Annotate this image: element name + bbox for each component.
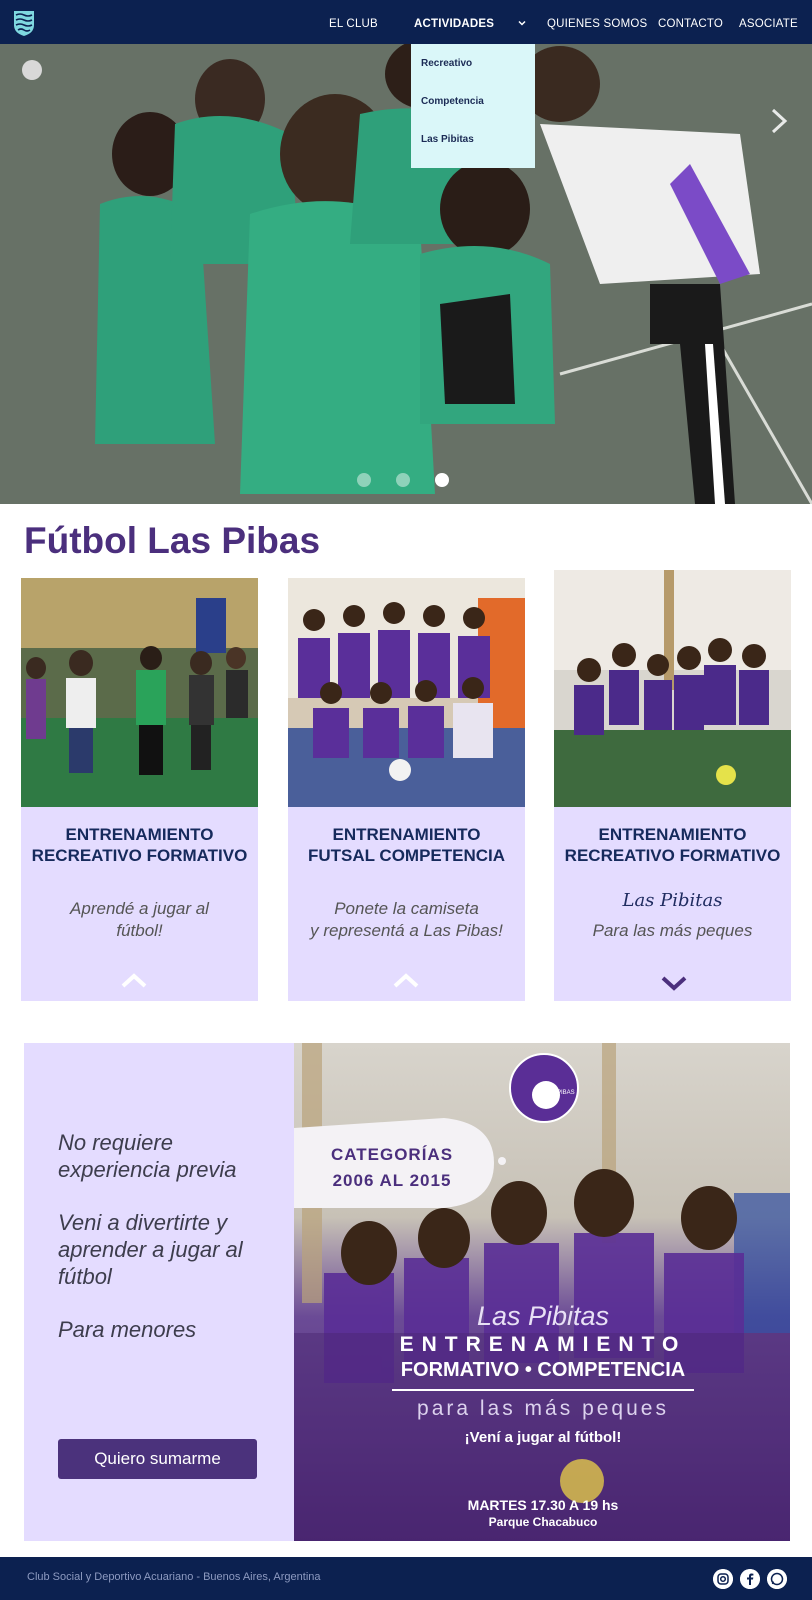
dropdown-item-competencia[interactable]: Competencia [421,96,484,107]
dropdown-item-recreativo[interactable]: Recreativo [421,58,472,69]
card-competencia: ENTRENAMIENTO FUTSAL COMPETENCIA Ponete … [288,578,525,1001]
info-panel: No requiere experiencia previa Veni a di… [24,1043,294,1541]
card-heading-line2: FUTSAL COMPETENCIA [307,846,506,865]
nav-asociate[interactable]: ASOCIATE [739,0,798,44]
footer: Club Social y Deportivo Acuariano - Buen… [0,1557,812,1600]
badge-text: LAS PIBAS [544,1090,575,1096]
card-heading-line1: ENTRENAMIENTO [332,825,481,844]
card-las-pibitas: ENTRENAMIENTO RECREATIVO FORMATIVO Las P… [554,570,791,1001]
nav-contacto[interactable]: CONTACTO [658,0,723,44]
card-photo [288,578,525,807]
card-text-line2: fútbol! [116,921,163,940]
info-text-menores: Para menores [58,1317,197,1342]
categories-line2: 2006 AL 2015 [332,1171,452,1190]
card-script-title: Las Pibitas [622,890,723,911]
card-recreativo: ENTRENAMIENTO RECREATIVO FORMATIVO Apren… [21,578,258,1001]
slide-dot-3[interactable] [435,473,449,487]
chevron-up-icon[interactable] [120,973,148,989]
dropdown-item-las-pibitas[interactable]: Las Pibitas [421,134,474,145]
nav-actividades[interactable]: ACTIVIDADES [414,0,494,44]
page-title: Fútbol Las Pibas [24,520,321,561]
hero-slider [0,44,812,504]
poster-line4: ¡Vení a jugar al fútbol! [464,1429,622,1446]
card-photo [554,570,791,807]
poster-photo [294,1043,790,1541]
whatsapp-icon[interactable] [767,1569,787,1589]
card-heading-line1: ENTRENAMIENTO [598,825,747,844]
card-text-line2: y representá a Las Pibas! [310,921,503,940]
nav-quienes-somos[interactable]: QUIENES SOMOS [547,0,647,44]
poster-schedule: MARTES 17.30 A 19 hs [467,1497,619,1513]
actividades-dropdown: Recreativo Competencia Las Pibitas [411,44,535,168]
card-heading-line1: ENTRENAMIENTO [65,825,214,844]
slide-dot-2[interactable] [396,473,410,487]
poster-image: LAS PIBAS CATEGORÍAS 2006 AL 2015 Las Pi… [294,1043,790,1541]
card-photo [21,578,258,807]
card-heading-line2: RECREATIVO FORMATIVO [31,846,248,865]
categories-line1: CATEGORÍAS [330,1145,454,1164]
instagram-icon[interactable] [713,1569,733,1589]
chevron-down-icon[interactable] [660,975,688,991]
join-button[interactable]: Quiero sumarme [58,1439,257,1479]
card-heading-line2: RECREATIVO FORMATIVO [564,846,781,865]
facebook-icon[interactable] [740,1569,760,1589]
nav-el-club[interactable]: EL CLUB [329,0,378,44]
card-text-line1: Aprendé a jugar al [70,899,209,918]
poster-script: Las Pibitas [476,1301,610,1331]
next-slide-arrow-icon[interactable] [768,106,790,136]
hero-photo [0,44,812,504]
poster-line3: para las más peques [417,1397,669,1420]
poster-line2: FORMATIVO • COMPETENCIA [400,1359,686,1381]
chevron-up-icon[interactable] [392,973,420,989]
footer-text: Club Social y Deportivo Acuariano - Buen… [27,1571,321,1583]
info-text-experience: No requiere experiencia previa [58,1130,237,1182]
chevron-down-icon[interactable] [517,18,527,28]
info-text-divertirte: Veni a divertirte y aprender a jugar al … [58,1210,243,1289]
club-shield-logo-icon[interactable] [12,9,36,37]
poster-place: Parque Chacabuco [488,1515,598,1529]
slide-dot-1[interactable] [357,473,371,487]
card-text-line1: Ponete la camiseta [334,899,479,918]
poster-line1: ENTRENAMIENTO [399,1333,687,1356]
card-text-line1: Para las más peques [592,921,753,940]
top-nav: EL CLUB ACTIVIDADES QUIENES SOMOS CONTAC… [0,0,812,44]
